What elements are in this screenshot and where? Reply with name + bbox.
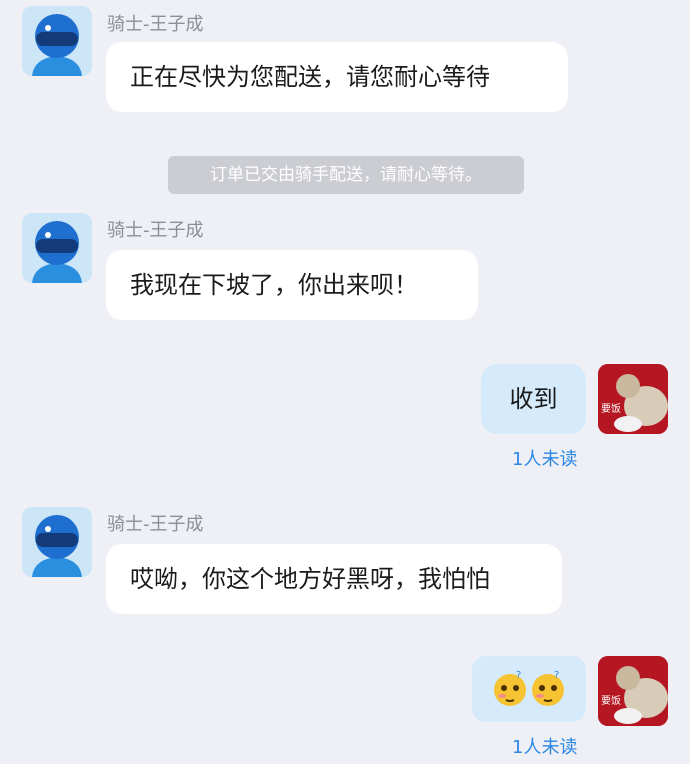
cat-avatar-icon bbox=[598, 656, 668, 726]
read-status: 1人未读 bbox=[512, 737, 578, 758]
read-status: 1人未读 bbox=[512, 449, 578, 470]
avatar-caption: 要饭 bbox=[601, 404, 621, 415]
helmet-rider-icon bbox=[32, 14, 82, 76]
sender-name: 骑士-王子成 bbox=[107, 514, 204, 535]
user-avatar[interactable]: 要饭 bbox=[598, 364, 668, 434]
shy-confused-face-emoji: ? ? bbox=[494, 670, 564, 706]
helmet-rider-icon bbox=[32, 221, 82, 283]
svg-text:?: ? bbox=[516, 670, 521, 681]
rider-avatar[interactable] bbox=[22, 507, 92, 577]
helmet-rider-icon bbox=[32, 515, 82, 577]
message-bubble[interactable]: 哎呦，你这个地方好黑呀，我怕怕 bbox=[106, 544, 562, 614]
cat-avatar-icon bbox=[598, 364, 668, 434]
svg-text:?: ? bbox=[554, 670, 559, 681]
avatar-caption: 要饭 bbox=[601, 696, 621, 707]
sender-name: 骑士-王子成 bbox=[107, 14, 204, 35]
rider-avatar[interactable] bbox=[22, 6, 92, 76]
self-message-bubble[interactable]: 收到 bbox=[481, 364, 586, 434]
self-emoji-bubble[interactable]: ? ? bbox=[472, 656, 586, 722]
rider-avatar[interactable] bbox=[22, 213, 92, 283]
system-notice: 订单已交由骑手配送，请耐心等待。 bbox=[168, 156, 524, 194]
sender-name: 骑士-王子成 bbox=[107, 220, 204, 241]
message-bubble[interactable]: 我现在下坡了，你出来呗！ bbox=[106, 250, 478, 320]
message-bubble[interactable]: 正在尽快为您配送，请您耐心等待 bbox=[106, 42, 568, 112]
user-avatar[interactable]: 要饭 bbox=[598, 656, 668, 726]
